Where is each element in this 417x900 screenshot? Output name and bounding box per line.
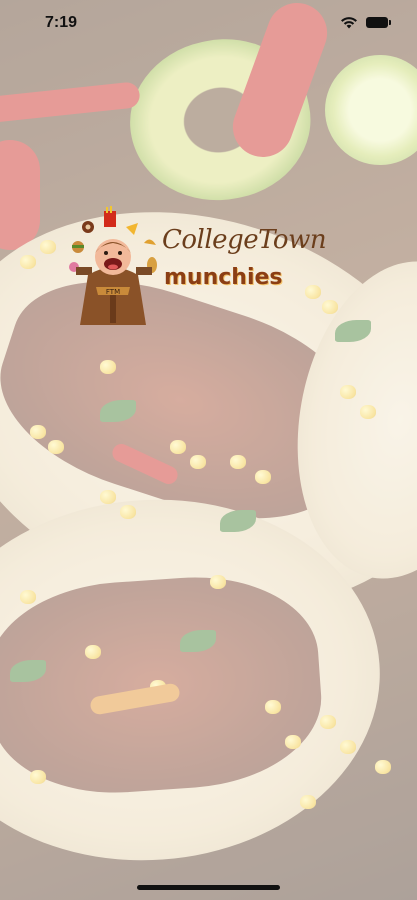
status-bar: 7:19 <box>0 0 417 46</box>
status-time: 7:19 <box>45 14 78 31</box>
app-logo: FTM CollegeTown munchies <box>66 205 356 330</box>
battery-icon <box>366 17 391 28</box>
logo-title: CollegeTown <box>162 225 327 255</box>
monk-mascot-icon: FTM <box>69 206 157 325</box>
badge-text: FTM <box>106 288 120 296</box>
background-food-image <box>0 0 417 900</box>
wifi-icon <box>341 17 357 29</box>
home-indicator[interactable] <box>137 885 280 890</box>
logo-subtitle: munchies <box>164 265 283 290</box>
